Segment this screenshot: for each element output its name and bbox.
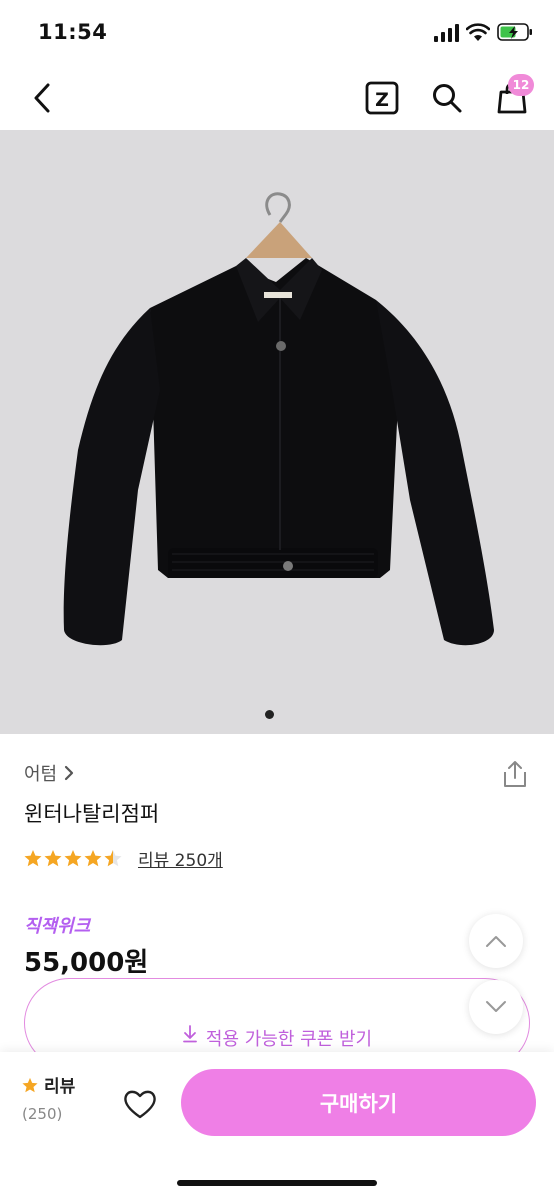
review-summary[interactable]: 리뷰 (250) xyxy=(22,1072,75,1123)
top-nav-bar: Z xyxy=(0,66,554,130)
cellular-signal-icon xyxy=(434,24,459,42)
brand-link[interactable]: 어텀 xyxy=(24,760,75,786)
star-half-icon xyxy=(104,849,122,866)
zigzag-logo-icon: Z xyxy=(365,81,399,115)
star-icon xyxy=(84,849,102,866)
star-icon xyxy=(22,1077,38,1092)
review-summary-label: 리뷰 xyxy=(44,1077,76,1097)
rating-row: 리뷰 250개 xyxy=(24,846,223,871)
scroll-down-button[interactable] xyxy=(469,980,523,1034)
share-button[interactable] xyxy=(500,758,530,790)
chevron-up-icon xyxy=(486,936,506,947)
jacket-photo xyxy=(63,192,494,646)
scroll-up-button[interactable] xyxy=(469,914,523,968)
search-icon xyxy=(433,84,462,113)
chevron-left-icon xyxy=(34,83,50,113)
home-indicator xyxy=(177,1180,377,1186)
download-icon xyxy=(182,1025,197,1043)
search-button[interactable] xyxy=(427,78,467,118)
product-title: 윈터나탈리점퍼 xyxy=(24,802,160,826)
star-icon xyxy=(24,849,42,866)
status-bar: 11:54 xyxy=(0,0,554,66)
review-count-link[interactable]: 리뷰 250개 xyxy=(138,846,223,871)
product-image[interactable] xyxy=(0,130,554,734)
buy-button[interactable]: 구매하기 xyxy=(181,1069,536,1136)
chevron-right-icon xyxy=(65,765,74,781)
cart-count-badge: 12 xyxy=(508,74,534,96)
carousel-dot-active[interactable] xyxy=(265,710,274,719)
promo-label: 직잭위크 xyxy=(24,916,91,937)
brand-name: 어텀 xyxy=(24,764,58,785)
review-summary-count: (250) xyxy=(22,1105,63,1123)
rating-stars xyxy=(24,849,122,866)
zigzag-logo-letter: Z xyxy=(375,89,389,111)
back-button[interactable] xyxy=(22,78,62,118)
wishlist-button[interactable] xyxy=(118,1082,162,1126)
coupon-label: 적용 가능한 쿠폰 받기 xyxy=(205,1029,373,1050)
star-icon xyxy=(64,849,82,866)
product-price: 55,000원 xyxy=(24,948,149,978)
zigzag-home-button[interactable]: Z xyxy=(362,78,402,118)
battery-charging-icon xyxy=(497,23,532,41)
status-time: 11:54 xyxy=(38,20,108,44)
share-icon xyxy=(504,761,526,787)
chevron-down-icon xyxy=(486,1001,506,1012)
heart-icon xyxy=(124,1090,156,1119)
wifi-icon xyxy=(466,23,490,41)
star-icon xyxy=(44,849,62,866)
